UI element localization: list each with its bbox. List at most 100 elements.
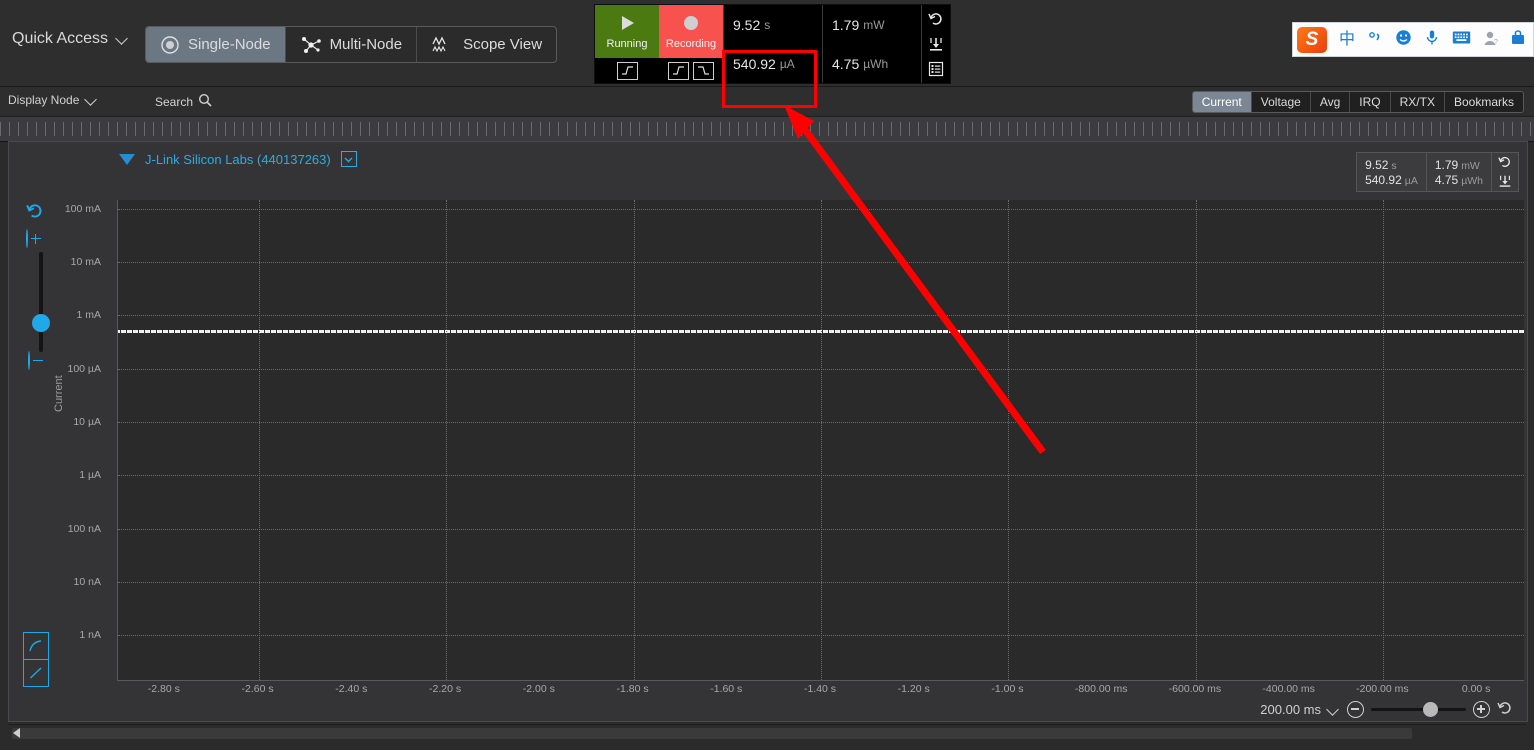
record-column: Recording (659, 5, 723, 83)
keyboard-icon[interactable] (1452, 30, 1471, 49)
gridline-vertical (446, 200, 448, 680)
time-zoom-bar: 200.00 ms (1260, 700, 1513, 719)
x-axis-tick-label: 0.00 s (1461, 683, 1491, 695)
chart-readout-power-value: 1.79 (1434, 157, 1459, 172)
tab-rxtx[interactable]: RX/TX (1391, 92, 1445, 112)
gridline-vertical (633, 200, 635, 680)
chinese-input-icon[interactable]: 中 (1339, 31, 1355, 48)
recording-button[interactable]: Recording (659, 5, 723, 58)
chevron-down-icon[interactable] (1328, 704, 1340, 716)
device-label: J-Link Silicon Labs (440137263) (145, 151, 331, 167)
top-toolbar: Quick Access Single-Node Multi-Node Scop… (0, 0, 1534, 87)
readout-time: 9.52 s (724, 5, 822, 44)
mode-multi-node[interactable]: Multi-Node (286, 27, 418, 62)
user-icon[interactable]: ? (1483, 30, 1499, 50)
mode-single-node[interactable]: Single-Node (146, 27, 286, 62)
tab-irq[interactable]: IRQ (1350, 92, 1391, 112)
chart-readout-time: 9.52 s (1365, 158, 1418, 172)
zoom-in-button[interactable] (1473, 701, 1490, 718)
x-axis-tick-label: -200.00 ms (1356, 683, 1409, 695)
y-axis-tick-label: 1 nA (79, 629, 101, 642)
tab-voltage[interactable]: Voltage (1252, 92, 1311, 112)
search-label: Search (155, 94, 194, 109)
y-axis-tick-label: 10 nA (73, 576, 101, 588)
zoom-reset-icon[interactable] (1497, 700, 1513, 719)
collapse-triangle-icon[interactable] (119, 153, 135, 165)
sogou-logo-icon[interactable]: S (1296, 26, 1327, 53)
toolbox-icon[interactable] (1511, 29, 1525, 50)
mode-scope-view[interactable]: Scope View (417, 27, 556, 62)
punctuation-icon[interactable] (1367, 30, 1383, 50)
view-mode-group: Single-Node Multi-Node Scope View (145, 26, 558, 63)
display-node-dropdown[interactable]: Display Node (8, 93, 98, 107)
chart-plot-area[interactable] (117, 200, 1524, 681)
running-button[interactable]: Running (595, 5, 659, 58)
quick-access-label: Quick Access (12, 30, 109, 47)
rising-edge-icon[interactable] (668, 61, 689, 80)
mode-scope-view-label: Scope View (463, 36, 543, 53)
search-icon (198, 93, 212, 110)
horizontal-scroll-thumb[interactable] (12, 728, 1412, 739)
run-control-panel: Running Recording 9.52 s 540.92 µA 1.79 … (594, 4, 951, 84)
zoom-track[interactable] (1371, 702, 1466, 717)
readout-power-value: 1.79 (832, 16, 860, 33)
chart-readout-energy: 4.75 µWh (1435, 173, 1483, 187)
x-axis-tick-label: -2.80 s (147, 683, 180, 695)
tab-bookmarks[interactable]: Bookmarks (1445, 92, 1523, 112)
gridline-vertical (1195, 200, 1197, 680)
tab-avg[interactable]: Avg (1311, 92, 1351, 112)
ruler-ticks (0, 122, 1534, 136)
readout-energy-unit: µWh (863, 56, 889, 71)
record-circle-icon (680, 13, 702, 36)
record-trigger-row (659, 58, 723, 83)
x-axis-tick-label: -1.20 s (897, 683, 930, 695)
device-options-icon[interactable] (340, 151, 357, 167)
horizontal-scrollbar[interactable] (8, 724, 1526, 743)
zoom-out-button[interactable] (1347, 701, 1364, 718)
x-axis-tick-label: -2.00 s (522, 683, 555, 695)
mode-multi-node-label: Multi-Node (329, 36, 403, 53)
tab-current[interactable]: Current (1192, 92, 1252, 112)
svg-text:?: ? (1494, 39, 1498, 46)
rising-edge-icon[interactable] (616, 61, 638, 80)
y-axis: 100 mA 10 mA 1 mA 100 µA 10 µA 1 µA 100 nA 10 n… (9, 200, 109, 680)
zoom-thumb[interactable] (1423, 702, 1438, 717)
chart-readout-energy-value: 4.75 (1434, 172, 1459, 187)
timeline-ruler[interactable] (0, 116, 1534, 142)
reset-icon[interactable] (925, 8, 947, 30)
chart-readout-power-unit: mW (1461, 159, 1480, 172)
chart-readout-icons (1492, 153, 1518, 191)
scroll-left-arrow-icon[interactable] (13, 728, 20, 738)
chart-readout-current-value: 540.92 (1365, 172, 1402, 187)
microphone-icon[interactable] (1424, 29, 1440, 50)
chart-readout-energy-unit: µWh (1461, 174, 1483, 187)
y-axis-tick-label: 100 mA (64, 202, 101, 215)
emoji-icon[interactable] (1395, 29, 1412, 50)
filter-bar: Display Node Search Current Voltage Avg … (0, 87, 1534, 115)
readout-current: 540.92 µA (724, 44, 822, 83)
search-control[interactable]: Search (155, 93, 212, 110)
readout-energy-value: 4.75 (832, 55, 860, 72)
chart-readout-time-current: 9.52 s 540.92 µA (1357, 153, 1427, 191)
gridline-vertical (821, 200, 822, 680)
list-icon[interactable] (925, 58, 947, 80)
x-axis-tick-label: -1.60 s (710, 683, 743, 695)
readout-current-value: 540.92 (733, 55, 776, 72)
reset-icon[interactable] (1498, 155, 1512, 174)
quick-access-menu[interactable]: Quick Access (12, 30, 129, 48)
readout-current-unit: µA (779, 56, 795, 71)
save-icon[interactable] (925, 33, 947, 55)
save-icon[interactable] (1498, 174, 1512, 193)
x-axis-tick-label: -1.00 s (991, 683, 1024, 695)
readout-energy: 4.75 µWh (823, 44, 921, 83)
readout-power-energy: 1.79 mW 4.75 µWh (822, 5, 921, 83)
chart-panel: J-Link Silicon Labs (440137263) 9.52 s 54… (8, 141, 1528, 722)
zoom-value-label: 200.00 ms (1260, 702, 1321, 717)
run-column: Running (595, 5, 659, 83)
x-axis-tick-label: -1.40 s (803, 683, 837, 695)
gridline-vertical (1383, 200, 1385, 680)
x-axis-tick-label: -400.00 ms (1262, 683, 1315, 695)
falling-edge-icon[interactable] (693, 61, 714, 80)
y-axis-tick-label: 10 µA (73, 416, 101, 428)
device-header[interactable]: J-Link Silicon Labs (440137263) (119, 151, 357, 167)
